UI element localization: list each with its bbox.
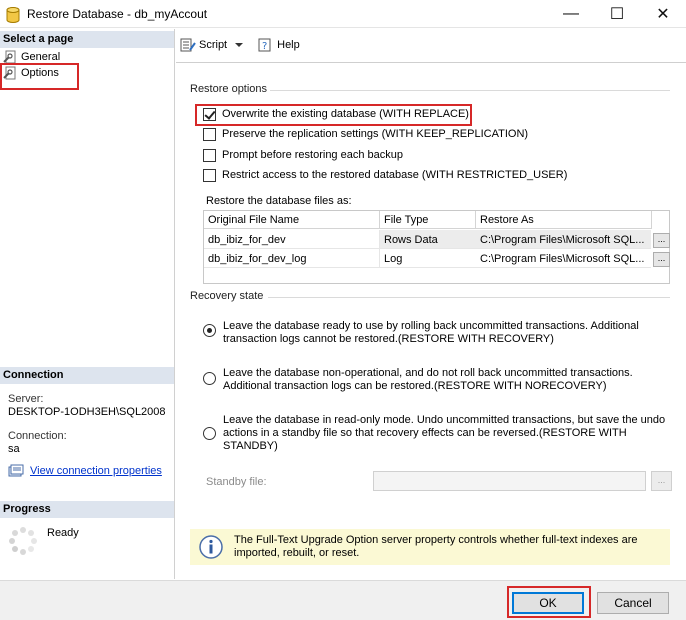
- cancel-button[interactable]: Cancel: [597, 592, 669, 614]
- table-cell-restore-as[interactable]: C:\Program Files\Microsoft SQL...: [476, 249, 651, 268]
- checkbox-prompt-each-backup[interactable]: Prompt before restoring each backup: [203, 147, 403, 163]
- view-connection-row[interactable]: View connection properties: [8, 464, 162, 478]
- table-cell-original[interactable]: db_ibiz_for_dev: [204, 230, 380, 249]
- radio-button[interactable]: [203, 427, 216, 440]
- options-highlight-box: [0, 63, 79, 90]
- column-header-file-type[interactable]: File Type: [380, 211, 476, 229]
- radio-restore-with-standby[interactable]: Leave the database in read-only mode. Un…: [203, 414, 673, 453]
- info-icon: [199, 535, 223, 559]
- recovery-state-title: Recovery state: [190, 290, 264, 302]
- view-connection-properties-link[interactable]: View connection properties: [30, 465, 162, 477]
- window-title: Restore Database - db_myAccout: [27, 7, 208, 21]
- browse-button[interactable]: ...: [653, 252, 670, 267]
- restore-options-title: Restore options: [190, 83, 268, 95]
- restore-files-label: Restore the database files as:: [206, 195, 352, 207]
- progress-spinner-icon: [8, 526, 38, 559]
- help-label: Help: [277, 39, 300, 51]
- column-header-original[interactable]: Original File Name: [204, 211, 380, 229]
- radio-restore-with-recovery[interactable]: Leave the database ready to use by rolli…: [203, 320, 673, 346]
- table-cell-original[interactable]: db_ibiz_for_dev_log: [204, 249, 380, 268]
- checkbox-restricted-user[interactable]: Restrict access to the restored database…: [203, 167, 567, 183]
- connection-properties-icon: [8, 464, 24, 477]
- page-item-label: General: [21, 51, 61, 63]
- checkbox-label: Restrict access to the restored database…: [222, 169, 568, 181]
- standby-file-label: Standby file:: [206, 476, 267, 488]
- title-bar: Restore Database - db_myAccout — ☐ ✕: [0, 0, 686, 28]
- browse-button[interactable]: ...: [653, 233, 670, 248]
- with-replace-highlight-box: [195, 104, 472, 126]
- connection-header: Connection: [0, 367, 174, 384]
- group-divider: [268, 297, 670, 298]
- radio-restore-with-norecovery[interactable]: Leave the database non-operational, and …: [203, 367, 673, 393]
- table-cell-type[interactable]: Rows Data: [380, 230, 476, 249]
- checkbox[interactable]: [203, 168, 216, 182]
- info-box: The Full-Text Upgrade Option server prop…: [190, 529, 670, 565]
- progress-status: Ready: [47, 527, 79, 539]
- help-button[interactable]: ? Help: [258, 38, 300, 52]
- radio-button[interactable]: [203, 324, 216, 337]
- left-pane: Select a page General Options Connection…: [0, 29, 175, 579]
- svg-text:?: ?: [262, 41, 267, 52]
- radio-button[interactable]: [203, 372, 216, 385]
- script-icon: [180, 38, 196, 52]
- checkbox[interactable]: [203, 127, 216, 141]
- toolbar: Script ? Help: [176, 29, 686, 61]
- script-label: Script: [199, 39, 228, 51]
- standby-browse-button[interactable]: ...: [651, 471, 672, 491]
- wrench-page-icon: [3, 50, 16, 64]
- connection-value: sa: [8, 443, 20, 455]
- group-divider: [270, 90, 670, 91]
- select-page-header: Select a page: [0, 31, 174, 48]
- checkbox-keep-replication[interactable]: Preserve the replication settings (WITH …: [203, 126, 528, 142]
- toolbar-separator: [176, 62, 686, 63]
- server-value: DESKTOP-1ODH3EH\SQL2008: [8, 406, 166, 418]
- server-label: Server:: [8, 393, 44, 405]
- database-icon: [6, 7, 20, 26]
- radio-label: Leave the database in read-only mode. Un…: [223, 414, 666, 452]
- table-cell-type[interactable]: Log: [380, 249, 476, 268]
- checkbox-label: Prompt before restoring each backup: [222, 149, 403, 161]
- script-button[interactable]: Script: [180, 38, 248, 52]
- chevron-down-icon[interactable]: [233, 41, 245, 49]
- ok-highlight-box: [507, 586, 591, 618]
- maximize-button[interactable]: ☐: [594, 0, 640, 28]
- info-message: The Full-Text Upgrade Option server prop…: [234, 534, 638, 559]
- standby-file-input[interactable]: [373, 471, 646, 491]
- column-header-restore-as[interactable]: Restore As: [476, 211, 652, 229]
- checkbox[interactable]: [203, 148, 216, 162]
- radio-label: Leave the database non-operational, and …: [223, 367, 633, 392]
- minimize-button[interactable]: —: [548, 0, 594, 28]
- connection-label: Connection:: [8, 430, 67, 442]
- close-button[interactable]: ✕: [640, 0, 686, 28]
- progress-header: Progress: [0, 501, 174, 518]
- table-cell-restore-as[interactable]: C:\Program Files\Microsoft SQL...: [476, 230, 651, 249]
- checkbox-label: Preserve the replication settings (WITH …: [222, 128, 529, 140]
- restore-files-grid: Original File Name File Type Restore As …: [203, 210, 670, 284]
- radio-label: Leave the database ready to use by rolli…: [223, 320, 639, 345]
- help-icon: ?: [258, 38, 271, 52]
